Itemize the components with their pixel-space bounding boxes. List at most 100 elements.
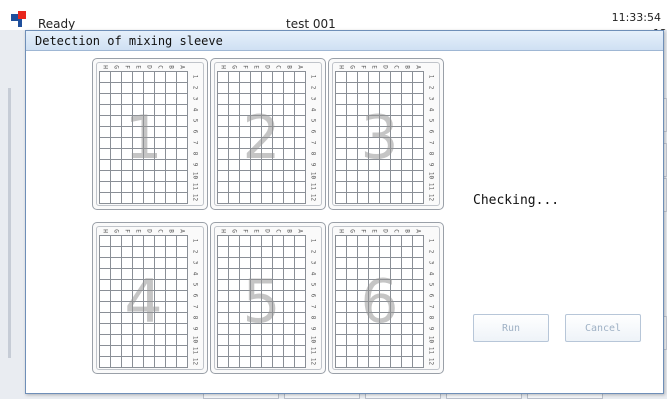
plate-column-label: 11 [427,182,435,191]
mixing-sleeve-dialog: Detection of mixing sleeve HGFEDCBA 1234… [25,30,664,394]
plate-column-label: 12 [191,357,199,366]
plate-column-label: 12 [309,357,317,366]
plate-6[interactable]: HGFEDCBA 1 2 3 4 5 6 7 8 9 10 11 12 6 [328,222,444,374]
plate-column-label: 12 [191,193,199,202]
dialog-title-bar[interactable]: Detection of mixing sleeve [26,31,663,51]
plate-column-labels: 1 2 3 4 5 6 7 8 9 10 11 12 [426,71,436,203]
plate-column-label: 4 [309,271,317,276]
plate-column-labels: 1 2 3 4 5 6 7 8 9 10 11 12 [190,71,200,203]
plate-column-labels: 1 2 3 4 5 6 7 8 9 10 11 12 [308,71,318,203]
well-grid[interactable] [99,71,188,204]
plate-column-label: 9 [427,326,435,331]
plate-column-label: 6 [191,293,199,298]
checking-status-text: Checking... [473,193,560,208]
well-grid[interactable] [335,71,424,204]
app-header: Ready test 001 11:33:54 12 [0,0,667,40]
plate-column-label: 4 [427,107,435,112]
plate-column-label: 7 [427,304,435,309]
app-status-text: Ready [38,17,76,31]
well-grid[interactable] [217,235,306,368]
plate-column-label: 11 [427,346,435,355]
plate-column-label: 4 [191,107,199,112]
app-clock: 11:33:54 [611,11,661,24]
plate-column-label: 11 [309,346,317,355]
app-logo-icon [11,11,33,29]
plate-column-label: 3 [309,260,317,265]
plate-column-label: 2 [309,249,317,254]
plate-column-label: 7 [191,140,199,145]
plate-column-label: 11 [309,182,317,191]
plate-column-label: 7 [427,140,435,145]
plate-column-label: 12 [309,193,317,202]
plate-column-label: 6 [427,129,435,134]
plate-column-label: 4 [191,271,199,276]
run-button[interactable]: Run [473,314,549,342]
plate-column-label: 1 [309,238,317,243]
plate-column-label: 8 [191,315,199,320]
plate-column-label: 3 [427,260,435,265]
plate-column-label: 11 [191,346,199,355]
plate-column-label: 6 [309,293,317,298]
well-grid[interactable] [217,71,306,204]
plate-column-label: 7 [309,140,317,145]
plate-column-label: 6 [191,129,199,134]
plate-column-label: 9 [427,162,435,167]
app-left-panel-edge [8,88,11,358]
plate-column-label: 10 [191,335,199,344]
plate-row-labels: HGFEDCBA [217,63,305,71]
plate-column-label: 1 [191,74,199,79]
plate-column-label: 1 [427,238,435,243]
plate-column-label: 11 [191,182,199,191]
plate-column-label: 9 [309,162,317,167]
plate-column-label: 3 [191,96,199,101]
plate-column-label: 2 [191,249,199,254]
well-grid[interactable] [99,235,188,368]
plate-column-label: 5 [309,118,317,123]
plate-column-label: 1 [191,238,199,243]
plate-column-label: 1 [427,74,435,79]
plate-column-label: 3 [309,96,317,101]
plate-column-label: 4 [309,107,317,112]
plate-column-label: 10 [427,171,435,180]
plate-column-label: 6 [427,293,435,298]
plate-1[interactable]: HGFEDCBA 1 2 3 4 5 6 7 8 9 10 11 12 1 [92,58,208,210]
plate-column-label: 2 [191,85,199,90]
plate-column-label: 10 [309,335,317,344]
plate-column-label: 2 [309,85,317,90]
plate-column-label: 12 [427,357,435,366]
plate-row-labels: HGFEDCBA [99,227,187,235]
plate-column-label: 5 [191,282,199,287]
plate-column-label: 7 [309,304,317,309]
plate-column-label: 4 [427,271,435,276]
plate-row-labels: HGFEDCBA [217,227,305,235]
plate-5[interactable]: HGFEDCBA 1 2 3 4 5 6 7 8 9 10 11 12 5 [210,222,326,374]
plate-column-label: 5 [191,118,199,123]
well-grid[interactable] [335,235,424,368]
plate-2[interactable]: HGFEDCBA 1 2 3 4 5 6 7 8 9 10 11 12 2 [210,58,326,210]
app-file-name: test 001 [286,17,336,31]
plate-column-label: 10 [309,171,317,180]
plate-column-label: 10 [427,335,435,344]
plate-column-label: 6 [309,129,317,134]
plate-column-label: 10 [191,171,199,180]
plate-column-label: 5 [427,118,435,123]
plate-column-labels: 1 2 3 4 5 6 7 8 9 10 11 12 [190,235,200,367]
dialog-title: Detection of mixing sleeve [35,34,223,48]
plate-column-labels: 1 2 3 4 5 6 7 8 9 10 11 12 [308,235,318,367]
plate-column-label: 9 [191,162,199,167]
plate-column-label: 8 [427,151,435,156]
plate-4[interactable]: HGFEDCBA 1 2 3 4 5 6 7 8 9 10 11 12 4 [92,222,208,374]
plate-row-labels: HGFEDCBA [99,63,187,71]
plate-column-label: 3 [427,96,435,101]
plate-column-label: 3 [191,260,199,265]
plate-row-labels: HGFEDCBA [335,227,423,235]
plate-column-label: 1 [309,74,317,79]
plate-column-label: 7 [191,304,199,309]
plate-column-label: 8 [309,151,317,156]
plate-column-label: 2 [427,249,435,254]
plate-3[interactable]: HGFEDCBA 1 2 3 4 5 6 7 8 9 10 11 12 3 [328,58,444,210]
cancel-button[interactable]: Cancel [565,314,641,342]
plate-column-label: 8 [191,151,199,156]
plate-column-label: 12 [427,193,435,202]
plate-column-label: 8 [309,315,317,320]
